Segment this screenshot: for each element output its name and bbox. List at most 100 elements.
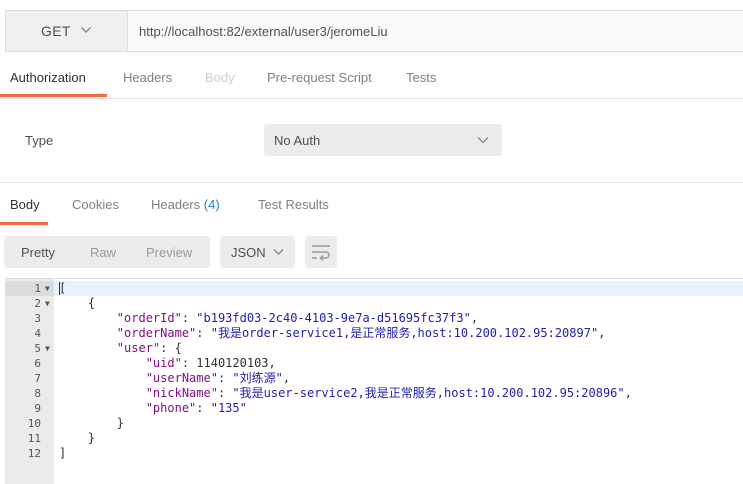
method-label: GET xyxy=(41,23,71,39)
line-number: 6 xyxy=(34,357,41,370)
tab-test-results[interactable]: Test Results xyxy=(258,197,329,212)
code-text: "user": { xyxy=(59,341,182,356)
code-line: 2 ▼ { xyxy=(5,296,743,311)
code-text: "orderName": "我是order-service1,是正常服务,hos… xyxy=(59,326,606,341)
tab-response-headers-label: Headers xyxy=(151,197,201,212)
line-number: 12 xyxy=(27,447,41,460)
line-number-cell: 8 xyxy=(5,386,54,401)
chevron-down-icon xyxy=(273,249,284,255)
fold-arrow-icon[interactable]: ▼ xyxy=(45,281,50,296)
response-tabs: Body Cookies Headers (4) Test Results xyxy=(0,190,743,225)
json-key: "user" xyxy=(116,341,161,355)
json-punct: , xyxy=(268,356,276,370)
preview-button[interactable]: Preview xyxy=(146,245,192,260)
line-number: 3 xyxy=(34,312,41,325)
method-select[interactable]: GET xyxy=(6,11,128,51)
json-string: "b193fd03-2c40-4103-9e7a-d51695fc37f3" xyxy=(196,311,471,325)
fold-arrow-icon[interactable]: ▼ xyxy=(45,341,50,356)
line-number-cell: 10 xyxy=(5,416,54,431)
wrap-lines-button[interactable] xyxy=(305,236,337,268)
code-text: "userName": "刘练源", xyxy=(59,371,290,386)
json-key: "nickName" xyxy=(145,386,218,400)
code-text: "phone": "135" xyxy=(59,401,247,416)
line-number: 5 xyxy=(34,342,41,355)
code-line: 12 ] xyxy=(5,446,743,461)
code-line: 3 "orderId": "b193fd03-2c40-4103-9e7a-d5… xyxy=(5,311,743,326)
code-line: 4 "orderName": "我是order-service1,是正常服务,h… xyxy=(5,326,743,341)
line-number-cell: 2 ▼ xyxy=(5,296,54,311)
code-line: 6 "uid": 1140120103, xyxy=(5,356,743,371)
code-text: [ xyxy=(59,281,67,295)
active-tab-indicator xyxy=(0,94,107,97)
json-punct: : { xyxy=(160,341,182,355)
line-number: 10 xyxy=(27,417,41,430)
json-key: "orderName" xyxy=(116,326,197,340)
tab-authorization[interactable]: Authorization xyxy=(10,70,86,85)
json-punct: , xyxy=(470,311,479,325)
fold-arrow-icon[interactable]: ▼ xyxy=(45,296,50,311)
json-punct: , xyxy=(282,371,291,385)
code-text: "orderId": "b193fd03-2c40-4103-9e7a-d516… xyxy=(59,311,478,326)
tab-response-body[interactable]: Body xyxy=(10,197,40,212)
url-input[interactable] xyxy=(128,11,743,51)
tab-headers[interactable]: Headers xyxy=(123,70,172,85)
line-number: 11 xyxy=(27,432,41,445)
code-text: ] xyxy=(59,446,67,460)
response-body-editor[interactable]: 1 ▼ [ 2 ▼ { 3 "orderId": "b193fd03-2c40-… xyxy=(5,278,743,484)
json-punct: , xyxy=(624,386,632,400)
code-line: 5 ▼ "user": { xyxy=(5,341,743,356)
tab-tests[interactable]: Tests xyxy=(406,70,436,85)
code-line: 1 ▼ [ xyxy=(5,281,743,296)
line-number: 8 xyxy=(34,387,41,400)
chevron-down-icon xyxy=(477,137,489,144)
line-number-cell: 9 xyxy=(5,401,54,416)
tab-pre-request-script[interactable]: Pre-request Script xyxy=(267,70,372,85)
tab-response-headers[interactable]: Headers (4) xyxy=(151,197,220,212)
json-key: "userName" xyxy=(145,371,218,385)
format-value: JSON xyxy=(231,245,266,260)
line-number-cell: 5 ▼ xyxy=(5,341,54,356)
auth-type-label: Type xyxy=(25,133,54,148)
code-text: "nickName": "我是user-service2,我是正常服务,host… xyxy=(59,386,632,401)
line-number-cell: 3 xyxy=(5,311,54,326)
line-number: 9 xyxy=(34,402,41,415)
json-key: "phone" xyxy=(145,401,197,415)
tab-body[interactable]: Body xyxy=(205,70,235,85)
code-text: } xyxy=(59,431,96,445)
json-string: "我是order-service1,是正常服务,host:10.200.102.… xyxy=(210,326,599,340)
code-line: 7 "userName": "刘练源", xyxy=(5,371,743,386)
code-text: } xyxy=(59,416,125,430)
format-select[interactable]: JSON xyxy=(220,236,295,268)
tab-cookies[interactable]: Cookies xyxy=(72,197,119,212)
code-text: "uid": 1140120103, xyxy=(59,356,276,371)
json-key: "orderId" xyxy=(116,311,182,325)
json-punct: , xyxy=(598,326,606,340)
headers-count-badge: (4) xyxy=(203,197,220,212)
line-number-cell: 4 xyxy=(5,326,54,341)
line-number: 4 xyxy=(34,327,41,340)
request-bar: GET xyxy=(5,10,743,52)
text-cursor xyxy=(59,282,60,295)
line-number-cell: 1 ▼ xyxy=(5,281,54,296)
code-line: 9 "phone": "135" xyxy=(5,401,743,416)
section-divider xyxy=(0,182,743,183)
line-number: 2 xyxy=(34,297,41,310)
code-text: { xyxy=(59,296,96,310)
pretty-button[interactable]: Pretty xyxy=(21,245,55,260)
request-tabs: Authorization Headers Body Pre-request S… xyxy=(0,63,743,99)
auth-type-value: No Auth xyxy=(274,133,321,148)
raw-button[interactable]: Raw xyxy=(90,245,116,260)
json-number: 1140120103 xyxy=(196,356,269,370)
auth-type-select[interactable]: No Auth xyxy=(264,124,502,156)
code-line: 10 } xyxy=(5,416,743,431)
line-number-cell: 11 xyxy=(5,431,54,446)
json-key: "uid" xyxy=(145,356,182,370)
code-line: 8 "nickName": "我是user-service2,我是正常服务,ho… xyxy=(5,386,743,401)
line-number: 1 xyxy=(34,282,41,295)
json-string: "我是user-service2,我是正常服务,host:10.200.102.… xyxy=(232,386,625,400)
